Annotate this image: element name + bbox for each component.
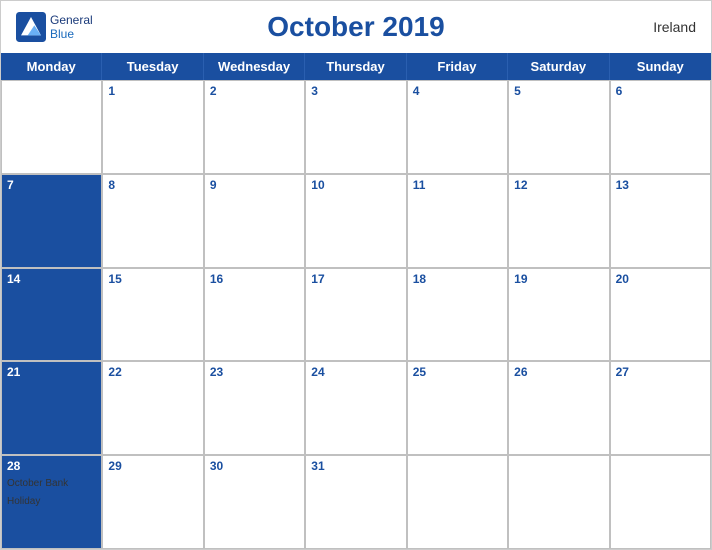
cal-cell: 9	[204, 174, 305, 268]
cal-cell: 23	[204, 361, 305, 455]
day-header-sunday: Sunday	[610, 53, 711, 80]
calendar-container: General Blue October 2019 Ireland Monday…	[0, 0, 712, 550]
cal-cell: 16	[204, 268, 305, 362]
day-header-saturday: Saturday	[508, 53, 609, 80]
cal-cell: 3	[305, 80, 406, 174]
date-number: 4	[413, 84, 502, 98]
cal-cell: 19	[508, 268, 609, 362]
cal-cell: 7	[1, 174, 102, 268]
days-header: Monday Tuesday Wednesday Thursday Friday…	[1, 53, 711, 80]
day-header-friday: Friday	[407, 53, 508, 80]
logo-area: General Blue	[16, 12, 93, 42]
generalblue-logo-icon	[16, 12, 46, 42]
date-number: 31	[311, 459, 400, 473]
cal-cell: 10	[305, 174, 406, 268]
date-number: 13	[616, 178, 705, 192]
date-number: 6	[616, 84, 705, 98]
date-number: 7	[7, 178, 96, 192]
logo-text: General Blue	[50, 13, 93, 42]
date-number: 9	[210, 178, 299, 192]
cal-cell	[407, 455, 508, 549]
calendar-grid: 1234567891011121314151617181920212223242…	[1, 80, 711, 549]
date-number: 5	[514, 84, 603, 98]
date-number: 27	[616, 365, 705, 379]
date-number: 29	[108, 459, 197, 473]
cal-cell: 28 October Bank Holiday	[1, 455, 102, 549]
date-number: 19	[514, 272, 603, 286]
date-number: 3	[311, 84, 400, 98]
cal-cell: 30	[204, 455, 305, 549]
date-number: 30	[210, 459, 299, 473]
cal-cell: 22	[102, 361, 203, 455]
cal-cell: 1	[102, 80, 203, 174]
cal-cell: 17	[305, 268, 406, 362]
date-number: 1	[108, 84, 197, 98]
cal-cell: 29	[102, 455, 203, 549]
date-number: 15	[108, 272, 197, 286]
date-number: 17	[311, 272, 400, 286]
cal-cell: 4	[407, 80, 508, 174]
cal-cell: 25	[407, 361, 508, 455]
country-label: Ireland	[653, 19, 696, 35]
cal-cell: 13	[610, 174, 711, 268]
day-header-tuesday: Tuesday	[102, 53, 203, 80]
cal-cell: 12	[508, 174, 609, 268]
date-number: 21	[7, 365, 96, 379]
day-header-thursday: Thursday	[305, 53, 406, 80]
event-label: October Bank Holiday	[7, 478, 68, 507]
date-number: 22	[108, 365, 197, 379]
cal-cell: 2	[204, 80, 305, 174]
cal-cell	[508, 455, 609, 549]
cal-cell: 21	[1, 361, 102, 455]
cal-cell: 26	[508, 361, 609, 455]
cal-cell: 15	[102, 268, 203, 362]
cal-cell: 18	[407, 268, 508, 362]
date-number: 25	[413, 365, 502, 379]
date-number: 28	[7, 459, 96, 473]
date-number: 16	[210, 272, 299, 286]
cal-cell: 31	[305, 455, 406, 549]
date-number: 18	[413, 272, 502, 286]
date-number: 23	[210, 365, 299, 379]
date-number: 24	[311, 365, 400, 379]
date-number: 12	[514, 178, 603, 192]
cal-cell: 14	[1, 268, 102, 362]
cal-cell	[610, 455, 711, 549]
cal-cell: 5	[508, 80, 609, 174]
cal-cell	[1, 80, 102, 174]
calendar-title: October 2019	[267, 11, 444, 43]
cal-cell: 20	[610, 268, 711, 362]
date-number: 11	[413, 178, 502, 192]
calendar-header: General Blue October 2019 Ireland	[1, 1, 711, 53]
cal-cell: 6	[610, 80, 711, 174]
cal-cell: 24	[305, 361, 406, 455]
date-number: 14	[7, 272, 96, 286]
date-number: 2	[210, 84, 299, 98]
day-header-monday: Monday	[1, 53, 102, 80]
date-number: 20	[616, 272, 705, 286]
date-number: 26	[514, 365, 603, 379]
cal-cell: 27	[610, 361, 711, 455]
date-number: 8	[108, 178, 197, 192]
cal-cell: 11	[407, 174, 508, 268]
cal-cell: 8	[102, 174, 203, 268]
date-number: 10	[311, 178, 400, 192]
day-header-wednesday: Wednesday	[204, 53, 305, 80]
